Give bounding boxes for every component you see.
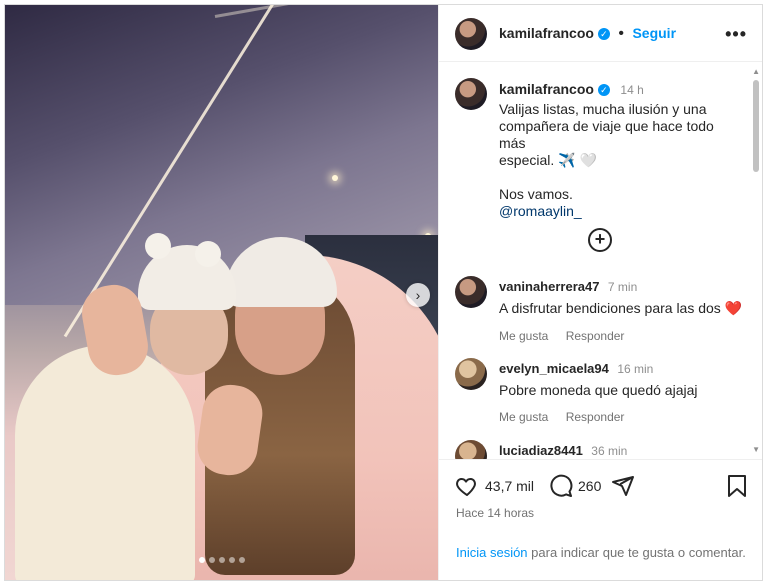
beanie-pompom xyxy=(145,233,171,259)
scroll-down-icon[interactable]: ▼ xyxy=(752,445,760,454)
commenter-avatar[interactable] xyxy=(455,440,487,459)
comment-time: 7 min xyxy=(607,280,638,294)
verified-badge-icon: ✓ xyxy=(597,27,610,40)
comment-time: 36 min xyxy=(591,444,628,458)
comment-time: 16 min xyxy=(617,362,654,376)
author-avatar[interactable] xyxy=(455,18,487,50)
comment-like-button[interactable]: Me gusta xyxy=(499,410,548,424)
likes-count: 43,7 mil xyxy=(485,478,535,494)
heart-emoji: ❤️ xyxy=(724,300,743,316)
login-prompt: Inicia sesión para indicar que te gusta … xyxy=(456,544,746,561)
caption-line: especial. ✈️ 🤍 xyxy=(499,152,597,168)
comment-icon[interactable] xyxy=(549,474,573,498)
carousel-dot xyxy=(228,557,235,563)
comment-username[interactable]: vaninaherrera47 xyxy=(499,279,599,294)
comment-text: Pobre moneda que quedó ajajaj xyxy=(499,382,698,398)
caption-author-username[interactable]: kamilafrancoo xyxy=(499,81,594,97)
caption-mention-link[interactable]: @romaaylin_ xyxy=(499,203,744,220)
separator-dot: • xyxy=(618,25,624,42)
comment-item: vaninaherrera47 7 min A disfrutar bendic… xyxy=(499,278,745,343)
scroll-up-icon[interactable]: ▲ xyxy=(752,67,760,76)
beanie-pompom xyxy=(195,241,221,267)
author-block: kamilafrancoo ✓ • Seguir xyxy=(499,25,676,43)
caption-time: 14 h xyxy=(620,83,644,97)
share-send-icon[interactable] xyxy=(611,474,635,498)
comment-actions: Me gusta Responder xyxy=(499,329,745,343)
carousel-dot xyxy=(198,557,205,563)
carousel-dot xyxy=(238,557,245,563)
more-options-icon[interactable]: ••• xyxy=(725,24,747,45)
comment-item: luciadiaz8441 36 min xyxy=(499,442,745,459)
comment-reply-button[interactable]: Responder xyxy=(566,410,625,424)
login-link[interactable]: Inicia sesión xyxy=(456,545,528,560)
like-heart-icon[interactable] xyxy=(455,474,479,498)
carousel-dot xyxy=(218,557,225,563)
save-bookmark-icon[interactable] xyxy=(726,474,748,498)
comment-text: A disfrutar bendiciones para las dos ❤️ xyxy=(499,300,745,317)
comment-actions: Me gusta Responder xyxy=(499,410,745,424)
post-dialog: › kamilafrancoo ✓ • Seguir ••• kamilafran… xyxy=(4,4,763,581)
commenter-avatar[interactable] xyxy=(455,358,487,390)
post-side-panel: kamilafrancoo ✓ • Seguir ••• kamilafranco… xyxy=(438,5,762,580)
caption-line: Valijas listas, mucha ilusión y una xyxy=(499,101,707,117)
carousel-dot xyxy=(208,557,215,563)
comment-username[interactable]: evelyn_micaela94 xyxy=(499,361,609,376)
girl-figure xyxy=(15,345,195,580)
post-actions-bar: 43,7 mil 260 Hace 14 horas Inicia sesión… xyxy=(439,459,762,580)
post-header: kamilafrancoo ✓ • Seguir ••• xyxy=(439,5,762,62)
load-more-comments-icon[interactable]: + xyxy=(588,228,612,252)
comment-reply-button[interactable]: Responder xyxy=(566,329,625,343)
comment-text-body: A disfrutar bendiciones para las dos xyxy=(499,300,721,316)
comment-username[interactable]: luciadiaz8441 xyxy=(499,443,583,458)
login-prompt-text: para indicar que te gusta o comentar. xyxy=(531,545,746,560)
comments-count: 260 xyxy=(578,478,602,494)
post-age: Hace 14 horas xyxy=(456,506,535,520)
caption-author-avatar[interactable] xyxy=(455,78,487,110)
comment-like-button[interactable]: Me gusta xyxy=(499,329,548,343)
caption-line: compañera de viaje que hace todo más xyxy=(499,118,714,151)
caption-line: Nos vamos. xyxy=(499,186,573,202)
scrollbar-thumb[interactable] xyxy=(753,80,759,172)
caption: kamilafrancoo ✓ 14 h Valijas listas, much… xyxy=(499,81,744,220)
post-photo[interactable]: › xyxy=(5,5,438,580)
verified-badge-icon: ✓ xyxy=(597,83,610,96)
comments-scroll-area[interactable]: kamilafrancoo ✓ 14 h Valijas listas, much… xyxy=(439,62,762,459)
carousel-dots xyxy=(5,550,438,568)
ceiling-lamp xyxy=(332,175,338,181)
caption-text: Valijas listas, mucha ilusión y una comp… xyxy=(499,101,744,220)
author-username[interactable]: kamilafrancoo xyxy=(499,25,594,41)
comment-item: evelyn_micaela94 16 min Pobre moneda que… xyxy=(499,360,745,424)
follow-button[interactable]: Seguir xyxy=(632,25,676,41)
next-slide-button[interactable]: › xyxy=(406,283,430,307)
commenter-avatar[interactable] xyxy=(455,276,487,308)
